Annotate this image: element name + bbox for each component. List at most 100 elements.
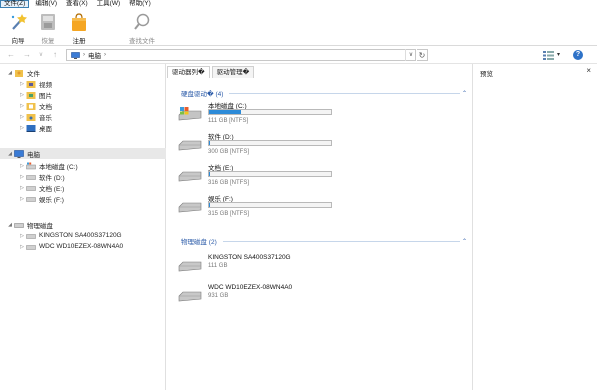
expand-arrow-icon[interactable]: ▷ (18, 114, 26, 120)
tab-drive-list[interactable]: 驱动器列� (167, 66, 210, 78)
register-label: 注册 (72, 38, 86, 45)
tab-drive-management[interactable]: 驱动管理� (211, 66, 255, 78)
expand-arrow-icon[interactable]: ▷ (18, 196, 26, 202)
collapse-chevron-icon[interactable]: ⌃ (462, 90, 467, 97)
drive-size: 300 GB [NTFS] (208, 149, 250, 155)
section-hard-drives[interactable]: 硬盘驱动� (4) ⌃ (181, 88, 467, 99)
hard-drive-icon (177, 137, 203, 153)
drive-size: 316 GB [NTFS] (208, 180, 250, 186)
preview-title: 预览 (480, 71, 493, 78)
register-button[interactable]: 注册 (64, 10, 94, 45)
tree-item-videos[interactable]: ▷ 视频 (18, 78, 184, 89)
drive-usage-fill (209, 203, 211, 207)
breadcrumb-location[interactable]: 电脑 (88, 50, 101, 60)
tree-label: 视频 (39, 81, 52, 89)
menu-edit[interactable]: 编辑(V) (32, 0, 60, 8)
expand-arrow-icon[interactable]: ▷ (18, 244, 26, 250)
tree-item-drive-e[interactable]: ▷ 文档 (E:) (18, 182, 184, 193)
tree-item-documents[interactable]: ▷ 文档 (18, 100, 184, 111)
drive-item-d[interactable]: 软件 (D:) 300 GB [NTFS] (177, 131, 377, 159)
tree-item-computer[interactable]: ◢ 电脑 (0, 148, 166, 159)
hard-drive-icon (26, 232, 36, 240)
hard-drive-icon (177, 168, 203, 184)
view-tabs: 驱动器列� 驱动管理� (167, 66, 256, 78)
tree-label: 娱乐 (F:) (39, 196, 64, 204)
expand-arrow-icon[interactable]: ▷ (18, 185, 26, 191)
toolbar: 向导 恢复 注册 查找文件 (0, 8, 597, 46)
view-mode-icon[interactable] (543, 51, 554, 60)
wizard-label: 向导 (11, 38, 25, 45)
search-box[interactable] (430, 49, 520, 61)
tree-item-music[interactable]: ▷ 音乐 (18, 111, 184, 122)
collapse-chevron-icon[interactable]: ⌃ (462, 238, 467, 245)
disk-name: KINGSTON SA400S37120G (208, 254, 291, 261)
address-dropdown-icon[interactable]: ∨ (405, 49, 416, 61)
menu-file[interactable]: 文件(Z) (0, 0, 30, 8)
drive-size: 111 GB [NTFS] (208, 118, 249, 124)
back-arrow-icon[interactable]: ← (6, 50, 16, 60)
expand-arrow-icon[interactable]: ▷ (18, 174, 26, 180)
tree-label: 文档 (39, 103, 52, 111)
find-file-button[interactable]: 查找文件 (124, 10, 160, 45)
video-folder-icon (26, 80, 36, 88)
expand-arrow-icon[interactable]: ▷ (18, 125, 26, 131)
collapse-arrow-icon[interactable]: ◢ (6, 222, 14, 228)
computer-icon (71, 51, 80, 59)
hard-drive-icon (26, 173, 36, 181)
expand-arrow-icon[interactable]: ▷ (18, 163, 26, 169)
disk-item-wdc[interactable]: WDC WD10EZEX-08WN4A0 931 GB (177, 282, 377, 310)
drive-item-e[interactable]: 文档 (E:) 316 GB [NTFS] (177, 162, 377, 190)
tree-item-pictures[interactable]: ▷ 图片 (18, 89, 184, 100)
tree-item-drive-c[interactable]: ▷ 本地磁盘 (C:) (18, 160, 184, 171)
collapse-arrow-icon[interactable]: ◢ (6, 151, 14, 157)
system-drive-icon (26, 162, 36, 170)
recover-label: 恢复 (41, 38, 55, 45)
drive-item-f[interactable]: 娱乐 (F:) 315 GB [NTFS] (177, 193, 377, 221)
menu-help[interactable]: 帮助(Y) (126, 0, 154, 8)
section-physical-disks[interactable]: 物理磁盘 (2) ⌃ (181, 236, 467, 247)
collapse-arrow-icon[interactable]: ◢ (6, 70, 14, 76)
tree-item-desktop[interactable]: ▷ 桌面 (18, 122, 184, 133)
expand-arrow-icon[interactable]: ▷ (18, 92, 26, 98)
tree-item-disk-kingston[interactable]: ▷ KINGSTON SA400S37120G (18, 230, 184, 241)
tree-item-disk-wdc[interactable]: ▷ WDC WD10EZEX-08WN4A0 (18, 241, 184, 252)
wizard-button[interactable]: 向导 (3, 10, 33, 45)
expand-arrow-icon[interactable]: ▷ (18, 81, 26, 87)
expand-arrow-icon[interactable]: ▷ (18, 103, 26, 109)
address-bar[interactable]: › 电脑 › (66, 49, 416, 61)
document-folder-icon (26, 102, 36, 110)
recover-button[interactable]: 恢复 (33, 10, 63, 45)
magic-wand-icon (8, 12, 28, 32)
section-title: 物理磁盘 (2) (181, 239, 217, 246)
drive-size: 315 GB [NTFS] (208, 211, 250, 217)
close-icon[interactable]: × (586, 66, 591, 75)
disk-size: 931 GB (208, 293, 229, 299)
tree-item-drive-f[interactable]: ▷ 娱乐 (F:) (18, 193, 184, 204)
tree-label: 文件 (27, 70, 40, 78)
forward-arrow-icon[interactable]: → (22, 50, 32, 60)
tree-label: 图片 (39, 92, 52, 100)
shopping-bag-icon (69, 12, 89, 32)
tree-item-files[interactable]: ◢ 文件 (6, 67, 172, 78)
tree-item-physical-disks[interactable]: ◢ 物理磁盘 (6, 219, 172, 230)
refresh-icon[interactable]: ↻ (417, 49, 428, 61)
computer-icon (14, 149, 24, 158)
drive-usage-bar (208, 140, 332, 146)
menu-view[interactable]: 查看(X) (63, 0, 91, 8)
section-divider (222, 240, 460, 242)
find-file-label: 查找文件 (129, 38, 155, 45)
tree-label: 电脑 (27, 151, 40, 159)
history-chevron-icon[interactable]: ∨ (36, 50, 46, 60)
expand-arrow-icon[interactable]: ▷ (18, 233, 26, 239)
drive-usage-bar (208, 202, 332, 208)
tree-label: 软件 (D:) (39, 174, 65, 182)
help-icon[interactable]: ? (573, 50, 583, 60)
tree-label: 桌面 (39, 125, 52, 133)
hard-drive-icon (177, 199, 203, 215)
tree-item-drive-d[interactable]: ▷ 软件 (D:) (18, 171, 184, 182)
view-dropdown-icon[interactable]: ▾ (557, 49, 560, 61)
menu-tools[interactable]: 工具(W) (94, 0, 123, 8)
disk-item-kingston[interactable]: KINGSTON SA400S37120G 111 GB (177, 252, 377, 280)
up-arrow-icon[interactable]: ↑ (50, 50, 60, 60)
drive-item-c[interactable]: 本地磁盘 (C:) 111 GB [NTFS] (177, 100, 377, 128)
